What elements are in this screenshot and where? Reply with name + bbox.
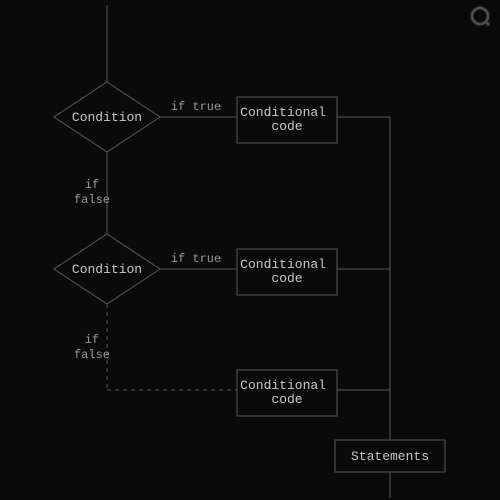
false-label-2-a: if — [85, 333, 99, 347]
statements-label: Statements — [351, 449, 429, 464]
false-label-1-b: false — [74, 193, 110, 207]
conditional-code-1-label: Conditional code — [240, 105, 334, 134]
true-label-2: if true — [171, 252, 221, 266]
false-label-2-b: false — [74, 348, 110, 362]
true-label-1: if true — [171, 100, 221, 114]
watermark-icon — [472, 8, 490, 26]
conditional-code-2-label: Conditional code — [240, 257, 334, 286]
conditional-code-3-label: Conditional code — [240, 378, 334, 407]
false-label-1-a: if — [85, 178, 99, 192]
condition-1-label: Condition — [72, 110, 142, 125]
flowchart-diagram: Condition if true Conditional code if fa… — [0, 0, 500, 500]
condition-2-label: Condition — [72, 262, 142, 277]
